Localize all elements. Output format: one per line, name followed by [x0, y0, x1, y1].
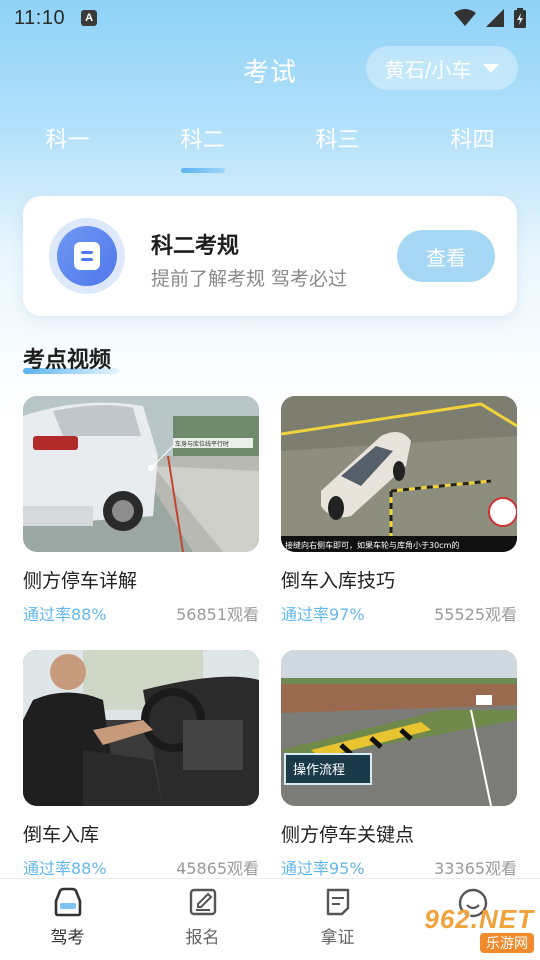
tab-ke-si[interactable]: 科四	[405, 118, 540, 178]
section-title: 考点视频	[23, 348, 112, 373]
nav-label: 驾考	[50, 928, 85, 948]
pass-rate: 通过率97%	[281, 605, 365, 624]
wifi-icon	[454, 9, 476, 26]
nav-item-license[interactable]: 拿证	[270, 879, 405, 960]
video-thumbnail: 接缝向右侧车即可，如果车轮与库角小于30cm的	[281, 396, 517, 552]
rules-card-subtitle: 提前了解考规 驾考必过	[151, 268, 348, 290]
tab-ke-san[interactable]: 科三	[270, 118, 405, 178]
status-time: 11:10	[14, 6, 66, 29]
view-count: 56851观看	[176, 605, 259, 624]
rules-card-title: 科二考规	[151, 234, 240, 259]
view-rules-button[interactable]: 查看	[397, 230, 495, 282]
site-watermark: 962.NET 乐游网	[402, 904, 534, 954]
status-bar: 11:10 A	[0, 0, 540, 36]
exam-rules-card[interactable]: 科二考规 提前了解考规 驾考必过 查看	[23, 196, 517, 316]
notification-a-icon: A	[81, 10, 98, 26]
video-title: 侧方停车详解	[23, 570, 138, 592]
certificate-icon	[326, 888, 349, 916]
video-thumbnail: 车身与库位线平行时	[23, 396, 259, 552]
video-card[interactable]: 车身与库位线平行时 侧方停车详解 通过率88% 56851观看	[23, 396, 259, 625]
view-count: 45865观看	[176, 859, 259, 878]
watermark-number: 962.NET	[424, 904, 534, 934]
video-overlay-text: 接缝向右侧车即可，如果车轮与库角小于30cm的	[285, 540, 459, 550]
nav-item-driving-exam[interactable]: 驾考	[0, 879, 135, 960]
rules-icon-badge	[49, 218, 125, 294]
header: 考试 黄石/小车	[0, 44, 540, 94]
video-title: 倒车入库	[23, 824, 100, 846]
nav-item-signup[interactable]: 报名	[135, 879, 270, 960]
signal-icon	[486, 9, 504, 27]
city-selector-label: 黄石/小车	[384, 57, 472, 82]
video-card[interactable]: 操作流程 侧方停车关键点 通过率95% 33365观看	[281, 650, 517, 879]
subject-tabs: 科一 科二 科三 科四	[0, 118, 540, 178]
car-icon	[54, 887, 81, 917]
document-icon	[74, 242, 100, 270]
pass-rate: 通过率88%	[23, 859, 107, 878]
video-overlay-text: 车身与库位线平行时	[175, 440, 229, 448]
video-overlay-text: 操作流程	[293, 762, 345, 778]
status-icons	[454, 8, 526, 28]
edit-icon	[189, 888, 216, 916]
video-card[interactable]: 接缝向右侧车即可，如果车轮与库角小于30cm的 倒车入库技巧 通过率97% 55…	[281, 396, 517, 625]
pass-rate: 通过率95%	[281, 859, 365, 878]
nav-label: 报名	[185, 928, 220, 948]
battery-icon	[514, 8, 526, 28]
video-title: 倒车入库技巧	[281, 570, 396, 592]
tab-ke-yi[interactable]: 科一	[0, 118, 135, 178]
watermark-text: 乐游网	[480, 933, 534, 953]
city-selector[interactable]: 黄石/小车	[366, 46, 518, 90]
video-card[interactable]: 倒车入库 通过率88% 45865观看	[23, 650, 259, 879]
video-thumbnail	[23, 650, 259, 806]
view-count: 55525观看	[434, 605, 517, 624]
video-thumbnail: 操作流程	[281, 650, 517, 806]
tab-ke-er[interactable]: 科二	[135, 118, 270, 178]
video-title: 侧方停车关键点	[281, 824, 415, 846]
view-count: 33365观看	[434, 859, 517, 878]
nav-label: 拿证	[320, 928, 355, 948]
pass-rate: 通过率88%	[23, 605, 107, 624]
chevron-down-icon	[483, 63, 500, 73]
